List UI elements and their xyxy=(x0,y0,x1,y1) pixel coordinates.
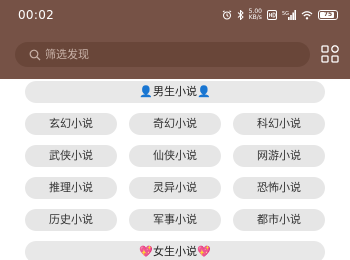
tag-wuxia[interactable]: 武侠小说 xyxy=(25,145,117,167)
wifi-icon xyxy=(301,11,313,20)
tag-kehuan[interactable]: 科幻小说 xyxy=(233,113,325,135)
search-bar[interactable] xyxy=(15,42,310,67)
network-speed-unit: KB/s xyxy=(248,14,262,21)
tag-xuanhuan[interactable]: 玄幻小说 xyxy=(25,113,117,135)
app-header: 00:02 5.00 KB/s 5G 75 筛选发现 xyxy=(0,0,350,79)
tag-dushi[interactable]: 都市小说 xyxy=(233,209,325,231)
section-header-female-novels[interactable]: 💖女生小说💖 xyxy=(25,241,325,260)
battery-indicator: 75 xyxy=(318,10,338,20)
network-speed: 5.00 KB/s xyxy=(249,9,262,21)
search-icon xyxy=(29,49,41,60)
status-time: 00:02 xyxy=(18,8,55,22)
section-header-male-novels[interactable]: 👤男生小说👤 xyxy=(25,81,325,103)
tag-tuili[interactable]: 推理小说 xyxy=(25,177,117,199)
bluetooth-icon xyxy=(237,10,244,20)
battery-level: 75 xyxy=(323,11,333,18)
tag-junshi[interactable]: 军事小说 xyxy=(129,209,221,231)
status-bar: 00:02 5.00 KB/s 5G 75 xyxy=(0,0,350,32)
signal-5g-icon: 5G xyxy=(282,10,296,20)
status-icons: 5.00 KB/s 5G 75 xyxy=(222,8,338,22)
tag-qihuan[interactable]: 奇幻小说 xyxy=(129,113,221,135)
grid-filter-icon[interactable] xyxy=(321,45,339,63)
svg-text:5G: 5G xyxy=(282,11,289,17)
tag-xianxia[interactable]: 仙侠小说 xyxy=(129,145,221,167)
tag-wangyou[interactable]: 网游小说 xyxy=(233,145,325,167)
search-input[interactable] xyxy=(45,48,285,61)
tag-kongbu[interactable]: 恐怖小说 xyxy=(233,177,325,199)
tag-lingyi[interactable]: 灵异小说 xyxy=(129,177,221,199)
alarm-icon xyxy=(222,10,231,20)
hd-icon xyxy=(267,10,277,20)
discover-content: 👤男生小说👤 玄幻小说 奇幻小说 科幻小说 武侠小说 仙侠小说 网游小说 推理小… xyxy=(0,79,350,260)
tag-lishi[interactable]: 历史小说 xyxy=(25,209,117,231)
